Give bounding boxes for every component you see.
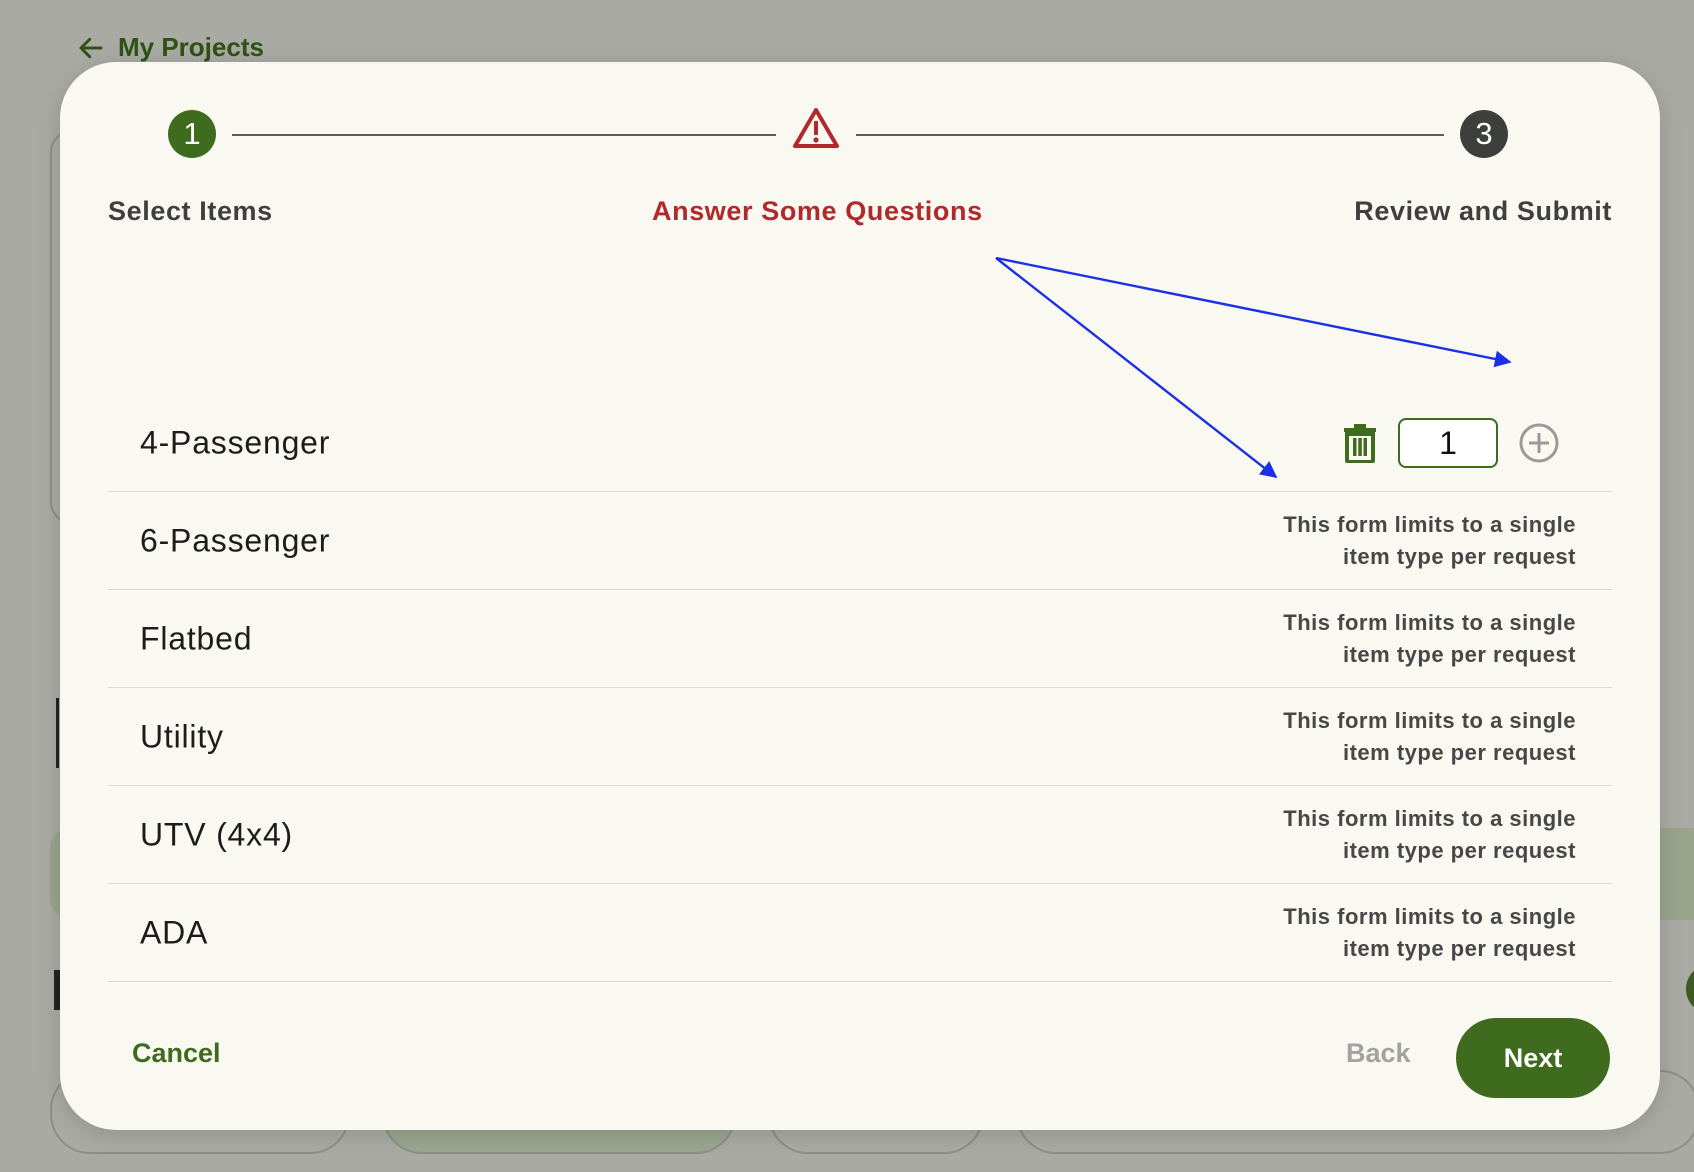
item-name: Utility [140,718,224,754]
list-item: 6-Passenger This form limits to a single… [108,492,1612,590]
background-divider [56,698,59,768]
item-list: 4-Passenger 1 6-Passenger This form limi… [108,394,1612,982]
trash-icon[interactable] [1342,423,1378,463]
item-name: Flatbed [140,620,253,656]
step-3-label: Review and Submit [1354,196,1612,226]
item-name: 4-Passenger [140,424,331,460]
item-name: 6-Passenger [140,522,331,558]
quantity-controls: 1 [1342,417,1560,468]
step-1-label: Select Items [108,196,273,226]
item-name: ADA [140,914,209,950]
plus-circle-icon[interactable] [1518,422,1560,464]
back-button[interactable]: Back [1346,1038,1411,1069]
list-item: ADA This form limits to a single item ty… [108,884,1612,982]
item-name: UTV (4x4) [140,816,293,852]
step-2-label: Answer Some Questions [652,196,983,226]
list-item: Flatbed This form limits to a single ite… [108,590,1612,688]
next-button[interactable]: Next [1456,1018,1610,1098]
limit-message: This form limits to a single item type p… [1283,511,1576,569]
limit-message: This form limits to a single item type p… [1283,903,1576,961]
step-1-indicator: 1 [168,110,216,158]
request-dialog: 1 3 Select Items Answer Some Questions R… [60,62,1660,1130]
list-item: UTV (4x4) This form limits to a single i… [108,786,1612,884]
step-3-indicator: 3 [1460,110,1508,158]
back-link-label: My Projects [118,32,264,62]
cancel-button[interactable]: Cancel [132,1038,221,1069]
limit-message: This form limits to a single item type p… [1283,609,1576,667]
warning-icon [793,108,839,148]
list-item: Utility This form limits to a single ite… [108,688,1612,786]
arrow-left-icon [79,37,103,58]
step-connector [856,134,1444,136]
step-connector [232,134,776,136]
list-item: 4-Passenger 1 [108,394,1612,492]
limit-message: This form limits to a single item type p… [1283,805,1576,863]
quantity-input[interactable]: 1 [1398,417,1498,468]
limit-message: This form limits to a single item type p… [1283,707,1576,765]
back-link[interactable]: My Projects [76,32,264,63]
background-avatar [1686,964,1694,1014]
